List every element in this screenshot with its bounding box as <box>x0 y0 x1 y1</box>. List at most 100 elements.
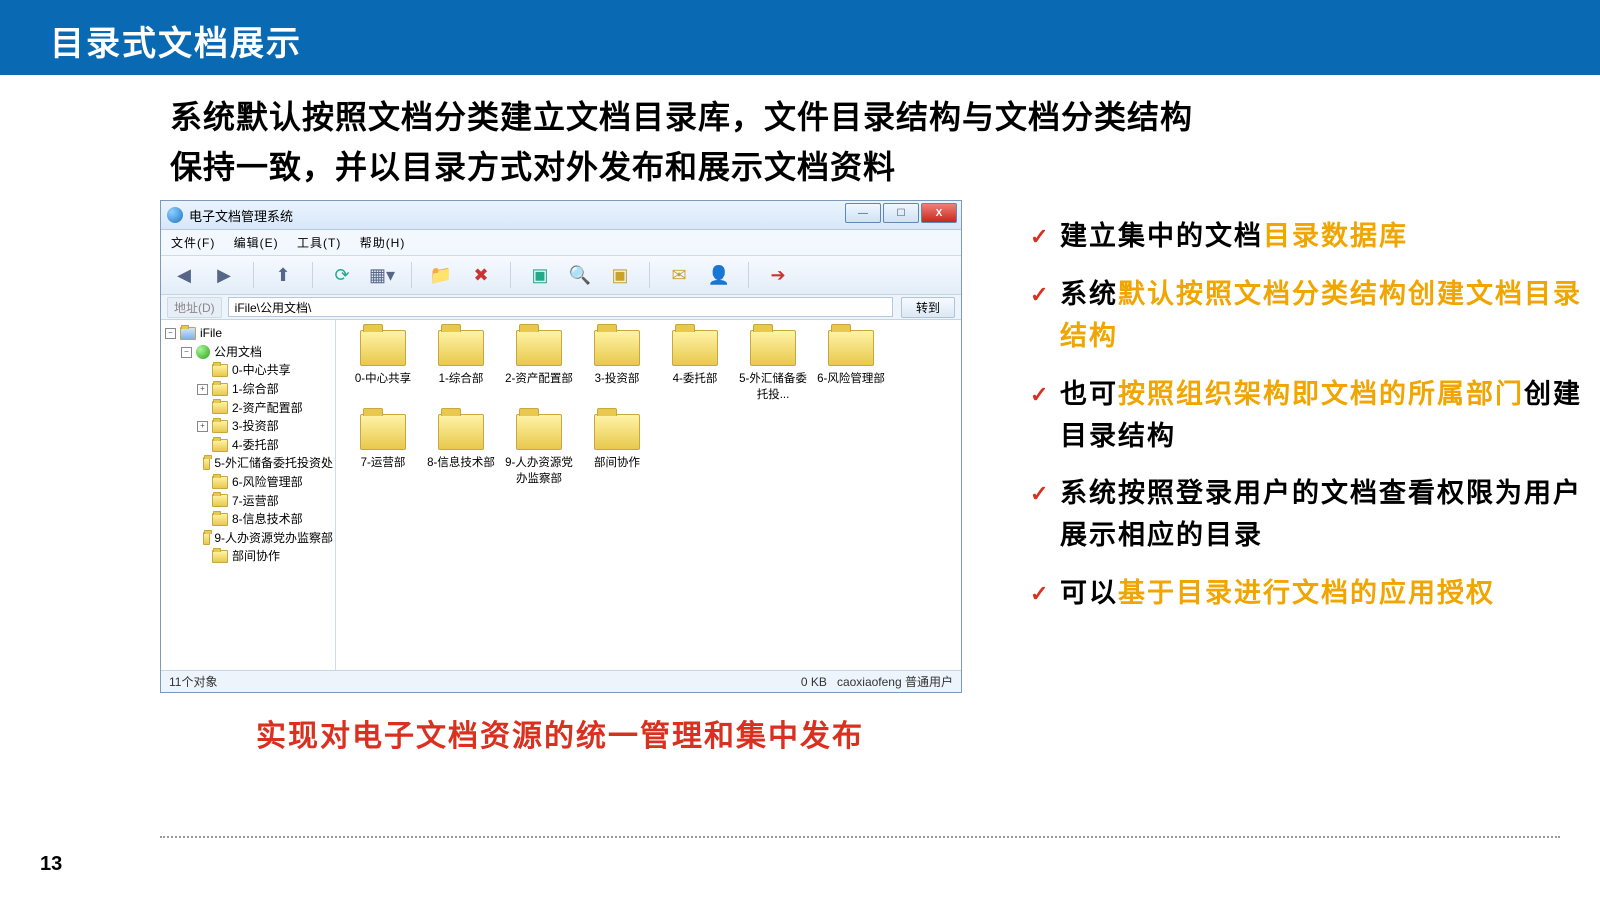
folder-item[interactable]: 9-人办资源党办监察部 <box>502 414 576 486</box>
tree-item-label: 1-综合部 <box>232 380 279 399</box>
tree-item[interactable]: 5-外汇储备委托投资处 <box>163 454 333 473</box>
tool1-icon[interactable]: ▣ <box>527 262 553 288</box>
folder-item[interactable]: 3-投资部 <box>580 330 654 402</box>
tree-main[interactable]: 公用文档 <box>214 343 262 362</box>
bullet-item: 也可按照组织架构即文档的所属部门创建目录结构 <box>1030 374 1590 458</box>
folder-icon <box>212 364 228 377</box>
folder-label: 6-风险管理部 <box>814 370 888 386</box>
folder-item[interactable]: 8-信息技术部 <box>424 414 498 486</box>
punchline: 实现对电子文档资源的统一管理和集中发布 <box>160 711 960 755</box>
folder-icon <box>594 330 640 366</box>
folder-icon <box>516 414 562 450</box>
address-label: 地址(D) <box>167 297 222 318</box>
bullet-item: 系统按照登录用户的文档查看权限为用户展示相应的目录 <box>1030 473 1590 557</box>
bullet-item: 系统默认按照文档分类结构创建文档目录结构 <box>1030 274 1590 358</box>
tree-item[interactable]: 6-风险管理部 <box>163 473 333 492</box>
mail-icon[interactable]: ✉ <box>666 262 692 288</box>
user-icon[interactable]: 👤 <box>706 262 732 288</box>
collapse-icon[interactable]: − <box>165 328 176 339</box>
folder-icon <box>360 414 406 450</box>
new-folder-icon[interactable]: 📁 <box>428 262 454 288</box>
folder-icon <box>212 401 228 414</box>
folder-item[interactable]: 1-综合部 <box>424 330 498 402</box>
folder-icon <box>212 550 228 563</box>
tree-item[interactable]: +1-综合部 <box>163 380 333 399</box>
search-icon[interactable]: 🔍 <box>567 262 593 288</box>
folder-icon <box>203 532 210 545</box>
folder-icon <box>438 414 484 450</box>
folder-icon <box>203 457 210 470</box>
tree-item[interactable]: +3-投资部 <box>163 417 333 436</box>
app-window: 电子文档管理系统 — ☐ X 文件(F) 编辑(E) 工具(T) 帮助(H) ◀… <box>160 200 962 693</box>
menu-bar[interactable]: 文件(F) 编辑(E) 工具(T) 帮助(H) <box>161 230 961 256</box>
status-bar: 11个对象 0 KB caoxiaofeng 普通用户 <box>161 670 961 692</box>
view-icon[interactable]: ▦▾ <box>369 262 395 288</box>
tool2-icon[interactable]: ▣ <box>607 262 633 288</box>
folder-label: 9-人办资源党办监察部 <box>502 454 576 486</box>
folder-tree[interactable]: −iFile −公用文档 0-中心共享+1-综合部2-资产配置部+3-投资部4-… <box>161 320 336 670</box>
menu-help[interactable]: 帮助(H) <box>360 236 406 250</box>
bullet-item: 可以基于目录进行文档的应用授权 <box>1030 573 1590 615</box>
menu-tools[interactable]: 工具(T) <box>297 236 341 250</box>
go-button[interactable]: 转到 <box>901 297 955 318</box>
subtitle-line1: 系统默认按照文档分类建立文档目录库，文件目录结构与文档分类结构 <box>170 99 1193 135</box>
window-titlebar[interactable]: 电子文档管理系统 — ☐ X <box>161 201 961 230</box>
menu-file[interactable]: 文件(F) <box>171 236 215 250</box>
folder-icon <box>212 476 228 489</box>
menu-edit[interactable]: 编辑(E) <box>234 236 279 250</box>
folder-item[interactable]: 6-风险管理部 <box>814 330 888 402</box>
tree-item[interactable]: 部间协作 <box>163 547 333 566</box>
folder-grid[interactable]: 0-中心共享1-综合部2-资产配置部3-投资部4-委托部5-外汇储备委托投...… <box>336 320 961 670</box>
tree-item-label: 部间协作 <box>232 547 280 566</box>
folder-label: 8-信息技术部 <box>424 454 498 470</box>
status-user: caoxiaofeng 普通用户 <box>837 675 953 689</box>
folder-icon <box>212 439 228 452</box>
tree-item[interactable]: 8-信息技术部 <box>163 510 333 529</box>
folder-icon <box>594 414 640 450</box>
tree-item-label: 2-资产配置部 <box>232 399 303 418</box>
exit-icon[interactable]: ➔ <box>765 262 791 288</box>
folder-item[interactable]: 2-资产配置部 <box>502 330 576 402</box>
folder-icon <box>516 330 562 366</box>
tree-item-label: 4-委托部 <box>232 436 279 455</box>
app-icon <box>167 207 183 223</box>
tree-item-label: 9-人办资源党办监察部 <box>214 529 333 548</box>
bullet-item: 建立集中的文档目录数据库 <box>1030 216 1590 258</box>
folder-label: 7-运营部 <box>346 454 420 470</box>
tree-root[interactable]: iFile <box>200 324 222 343</box>
tree-item[interactable]: 9-人办资源党办监察部 <box>163 529 333 548</box>
folder-label: 部间协作 <box>580 454 654 470</box>
expand-icon[interactable]: + <box>197 384 208 395</box>
maximize-button[interactable]: ☐ <box>883 203 919 223</box>
folder-icon <box>212 383 228 396</box>
folder-item[interactable]: 7-运营部 <box>346 414 420 486</box>
close-button[interactable]: X <box>921 203 957 223</box>
collapse-icon[interactable]: − <box>181 347 192 358</box>
folder-item[interactable]: 部间协作 <box>580 414 654 486</box>
tree-item[interactable]: 0-中心共享 <box>163 361 333 380</box>
address-input[interactable] <box>228 297 893 317</box>
folder-label: 0-中心共享 <box>346 370 420 386</box>
folder-label: 5-外汇储备委托投... <box>736 370 810 402</box>
folder-icon <box>828 330 874 366</box>
tree-item[interactable]: 4-委托部 <box>163 436 333 455</box>
folder-item[interactable]: 5-外汇储备委托投... <box>736 330 810 402</box>
delete-icon[interactable]: ✖ <box>468 262 494 288</box>
tree-item-label: 5-外汇储备委托投资处 <box>214 454 333 473</box>
refresh-icon[interactable]: ⟳ <box>329 262 355 288</box>
expand-icon[interactable]: + <box>197 421 208 432</box>
up-icon[interactable]: ⬆ <box>270 262 296 288</box>
tree-item[interactable]: 2-资产配置部 <box>163 399 333 418</box>
minimize-button[interactable]: — <box>845 203 881 223</box>
tree-item-label: 8-信息技术部 <box>232 510 303 529</box>
tree-item[interactable]: 7-运营部 <box>163 492 333 511</box>
status-count: 11个对象 <box>169 673 217 690</box>
forward-icon[interactable]: ▶ <box>211 262 237 288</box>
folder-item[interactable]: 4-委托部 <box>658 330 732 402</box>
slide-title: 目录式文档展示 <box>0 0 1600 75</box>
back-icon[interactable]: ◀ <box>171 262 197 288</box>
folder-item[interactable]: 0-中心共享 <box>346 330 420 402</box>
tree-item-label: 3-投资部 <box>232 417 279 436</box>
folder-icon <box>438 330 484 366</box>
folder-label: 4-委托部 <box>658 370 732 386</box>
